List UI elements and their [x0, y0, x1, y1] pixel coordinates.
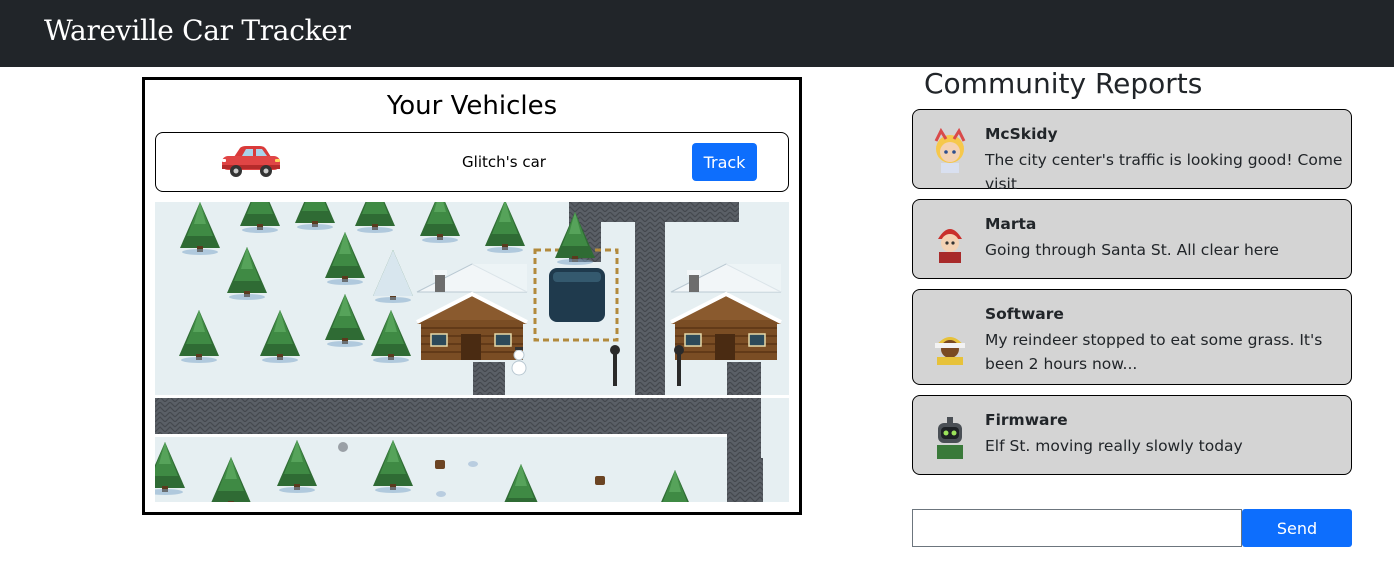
vehicle-card: Glitch's car Track	[155, 132, 789, 192]
report-user: Software	[985, 305, 1064, 323]
town-map[interactable]	[155, 202, 789, 502]
report-card: Firmware Elf St. moving really slowly to…	[912, 395, 1352, 475]
report-text: My reindeer stopped to eat some grass. I…	[985, 331, 1323, 373]
report-card: Software My reindeer stopped to eat some…	[912, 289, 1352, 385]
report-text: Going through Santa St. All clear here	[985, 241, 1279, 259]
navbar: Wareville Car Tracker	[0, 0, 1394, 67]
send-button[interactable]: Send	[1242, 509, 1352, 547]
report-text: The city center's traffic is looking goo…	[985, 151, 1343, 193]
community-reports-title: Community Reports	[924, 67, 1203, 100]
snowy-town-map-icon	[155, 202, 789, 502]
report-message-input[interactable]	[912, 509, 1242, 547]
firmware-avatar-icon	[937, 417, 963, 459]
vehicles-title: Your Vehicles	[386, 91, 558, 121]
vehicles-panel: Your Vehicles Glitch's car Track	[142, 77, 802, 515]
report-card: McSkidy The city center's traffic is loo…	[912, 109, 1352, 193]
vehicle-name: Glitch's car	[462, 153, 546, 171]
report-user: Marta	[985, 215, 1037, 233]
track-button[interactable]: Track	[692, 143, 757, 181]
report-text: Elf St. moving really slowly today	[985, 437, 1243, 455]
software-avatar-icon	[935, 337, 965, 365]
report-user: McSkidy	[985, 125, 1058, 143]
brand-link[interactable]: Wareville Car Tracker	[44, 14, 351, 47]
marta-avatar-icon	[938, 229, 962, 263]
red-car-icon	[222, 146, 280, 177]
mcskidy-avatar-icon	[934, 127, 966, 173]
report-card: Marta Going through Santa St. All clear …	[912, 199, 1352, 279]
report-user: Firmware	[985, 411, 1068, 429]
